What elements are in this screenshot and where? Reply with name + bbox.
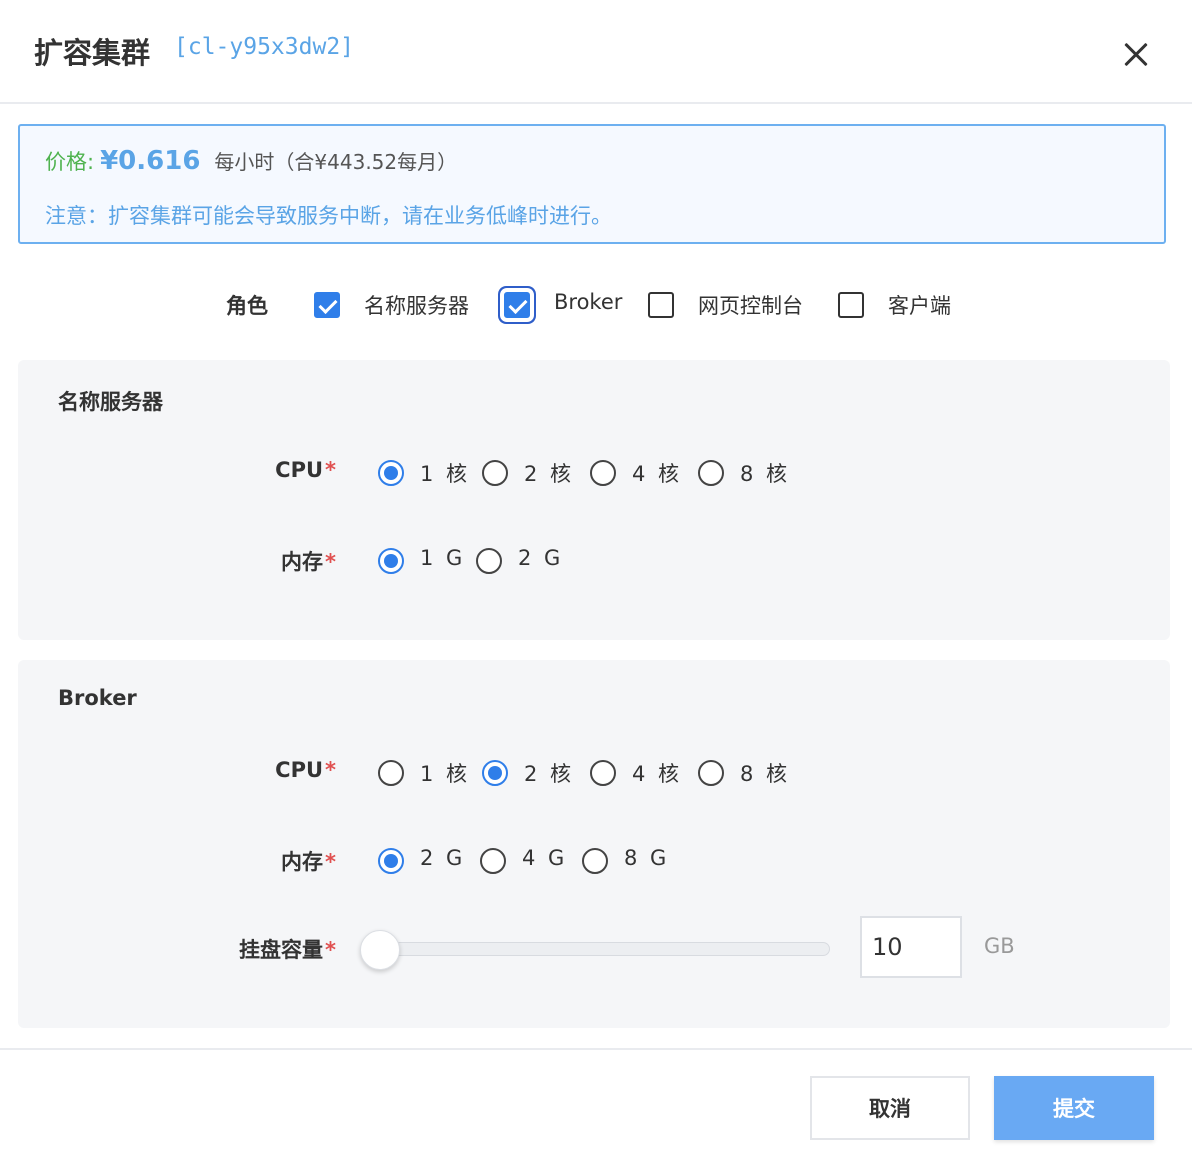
- broker-mem-label: 内存*: [281, 850, 336, 874]
- role-checkbox-web-console[interactable]: [648, 292, 674, 318]
- dialog-title: 扩容集群: [34, 36, 151, 70]
- submit-button[interactable]: 提交: [994, 1076, 1154, 1140]
- disk-slider-track[interactable]: [380, 942, 830, 956]
- ns-cpu-radio-4[interactable]: [590, 460, 616, 486]
- broker-cpu-option-2[interactable]: 2 核: [524, 758, 574, 788]
- role-label-client[interactable]: 客户端: [888, 290, 951, 320]
- broker-cpu-option-4[interactable]: 4 核: [632, 758, 682, 788]
- ns-cpu-label: CPU*: [275, 458, 336, 482]
- broker-mem-option-2g[interactable]: 2 G: [420, 846, 465, 870]
- price-unit: 每小时（合¥443.52每月）: [214, 150, 458, 174]
- ns-cpu-radio-1[interactable]: [378, 460, 404, 486]
- ns-mem-radio-2g[interactable]: [476, 548, 502, 574]
- cluster-id: [cl-y95x3dw2]: [174, 34, 355, 60]
- broker-cpu-radio-8[interactable]: [698, 760, 724, 786]
- roles-row: 角色 名称服务器 Broker 网页控制台 客户端: [0, 286, 1192, 322]
- name-server-title: 名称服务器: [58, 390, 163, 414]
- disk-slider-handle[interactable]: [360, 930, 400, 970]
- ns-cpu-option-2[interactable]: 2 核: [524, 458, 574, 488]
- broker-cpu-radio-2[interactable]: [482, 760, 508, 786]
- broker-mem-radio-4g[interactable]: [480, 848, 506, 874]
- price-label: 价格:: [45, 150, 95, 174]
- name-server-panel: 名称服务器 CPU* 1 核 2 核 4 核 8 核 内存* 1 G 2 G: [18, 360, 1170, 640]
- role-label-name-server[interactable]: 名称服务器: [364, 290, 469, 320]
- role-checkbox-name-server[interactable]: [314, 292, 340, 318]
- ns-cpu-radio-2[interactable]: [482, 460, 508, 486]
- ns-cpu-option-8[interactable]: 8 核: [740, 458, 790, 488]
- broker-mem-option-4g[interactable]: 4 G: [522, 846, 567, 870]
- broker-cpu-radio-1[interactable]: [378, 760, 404, 786]
- price-value: ¥0.616: [100, 146, 201, 176]
- price-row: 价格: ¥0.616 每小时（合¥443.52每月）: [45, 146, 457, 176]
- ns-mem-radio-1g[interactable]: [378, 548, 404, 574]
- cancel-button[interactable]: 取消: [810, 1076, 970, 1140]
- price-notice: 价格: ¥0.616 每小时（合¥443.52每月） 注意：扩容集群可能会导致服务中…: [18, 124, 1166, 244]
- close-icon[interactable]: [1118, 36, 1154, 72]
- disk-capacity-input[interactable]: [860, 916, 962, 978]
- ns-cpu-option-4[interactable]: 4 核: [632, 458, 682, 488]
- role-label-web-console[interactable]: 网页控制台: [698, 290, 803, 320]
- broker-title: Broker: [58, 686, 137, 710]
- broker-cpu-option-8[interactable]: 8 核: [740, 758, 790, 788]
- role-checkbox-client[interactable]: [838, 292, 864, 318]
- disk-unit: GB: [984, 934, 1015, 958]
- broker-cpu-radio-4[interactable]: [590, 760, 616, 786]
- role-label-broker[interactable]: Broker: [554, 290, 622, 314]
- ns-mem-option-2g[interactable]: 2 G: [518, 546, 563, 570]
- disk-capacity-label: 挂盘容量*: [239, 938, 336, 962]
- ns-mem-option-1g[interactable]: 1 G: [420, 546, 465, 570]
- broker-mem-radio-2g[interactable]: [378, 848, 404, 874]
- role-checkbox-broker[interactable]: [504, 292, 530, 318]
- warning-text: 注意：扩容集群可能会导致服务中断，请在业务低峰时进行。: [45, 204, 612, 228]
- broker-mem-radio-8g[interactable]: [582, 848, 608, 874]
- broker-cpu-option-1[interactable]: 1 核: [420, 758, 470, 788]
- broker-panel: Broker CPU* 1 核 2 核 4 核 8 核 内存* 2 G 4 G …: [18, 660, 1170, 1028]
- dialog-header: 扩容集群 [cl-y95x3dw2]: [0, 0, 1192, 104]
- roles-label: 角色: [226, 294, 268, 318]
- ns-cpu-radio-8[interactable]: [698, 460, 724, 486]
- ns-mem-label: 内存*: [281, 550, 336, 574]
- broker-mem-option-8g[interactable]: 8 G: [624, 846, 669, 870]
- ns-cpu-option-1[interactable]: 1 核: [420, 458, 470, 488]
- dialog-footer: 取消 提交: [0, 1048, 1192, 1158]
- broker-cpu-label: CPU*: [275, 758, 336, 782]
